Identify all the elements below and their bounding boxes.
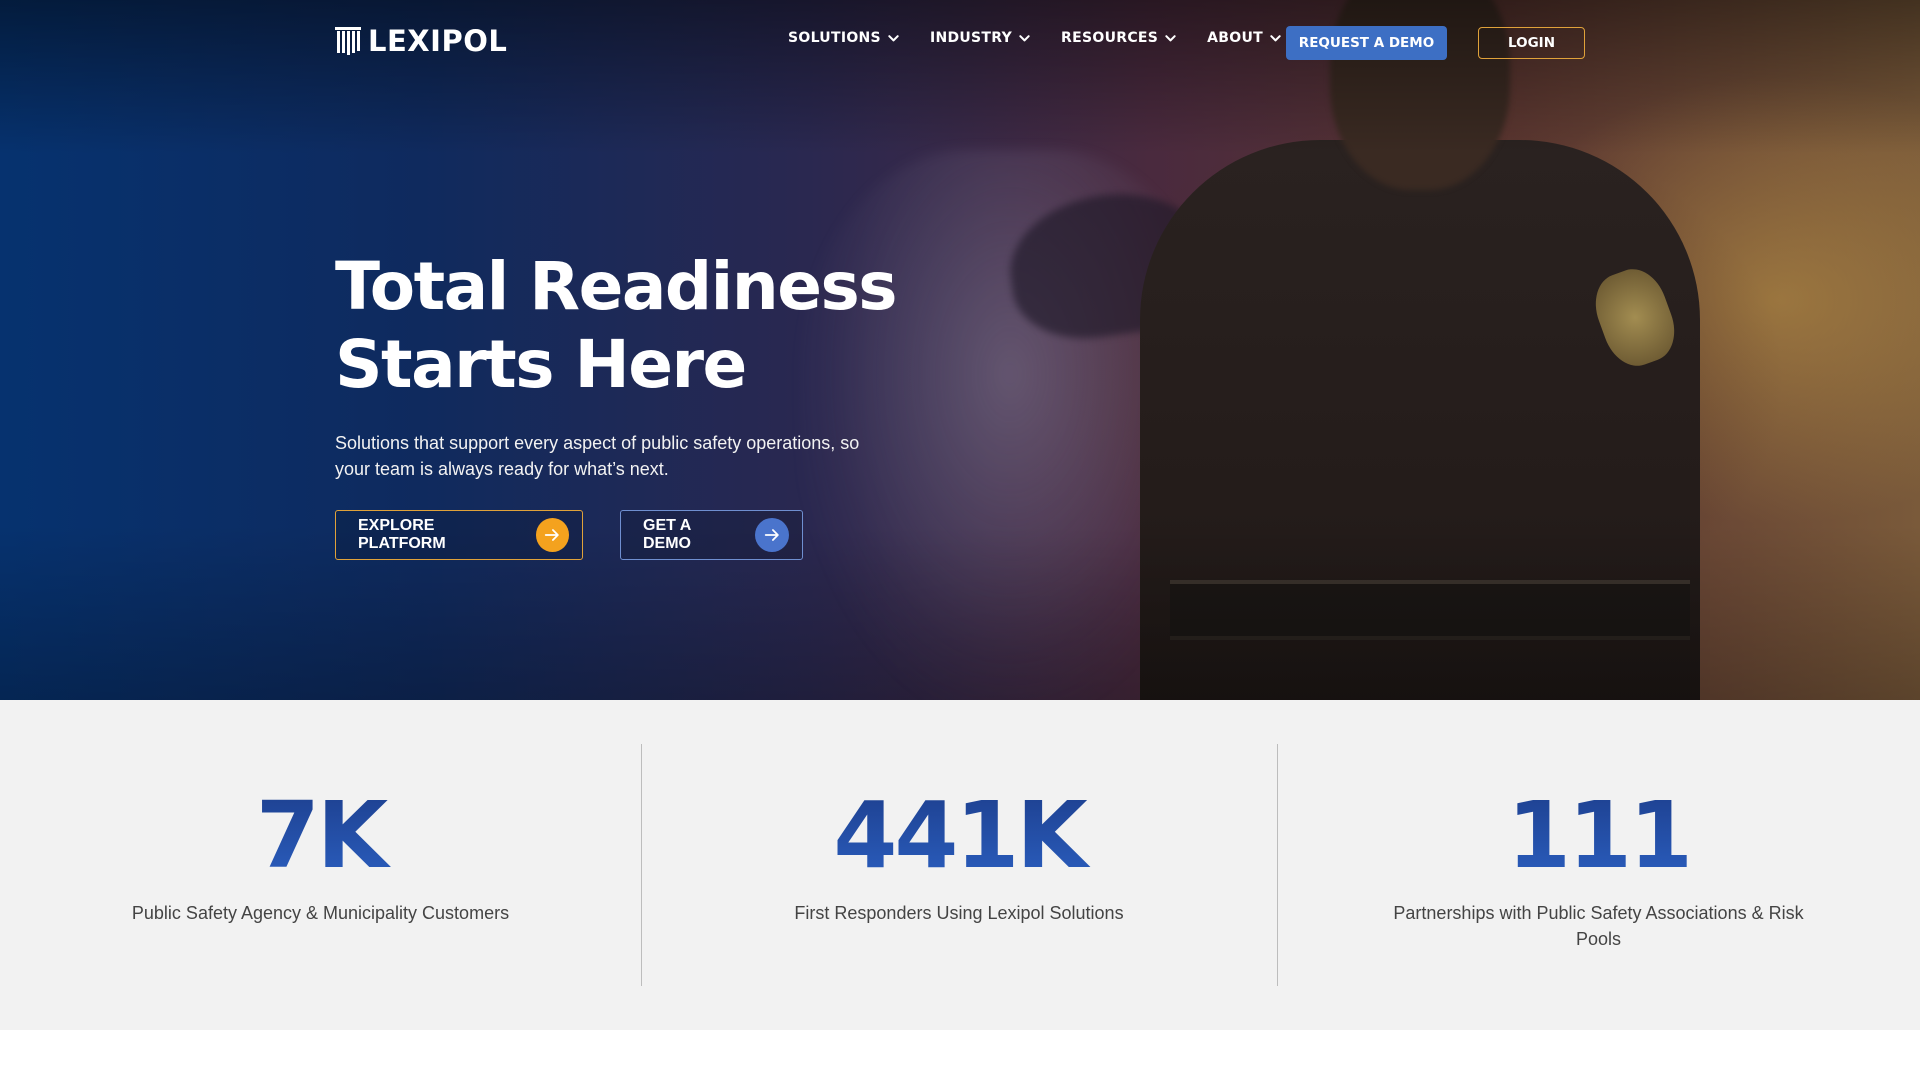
- explore-platform-label: EXPLORE PLATFORM: [358, 517, 446, 552]
- stat-first-responders: 441K First Responders Using Lexipol Solu…: [641, 700, 1277, 1030]
- nav-item-solutions[interactable]: SOLUTIONS: [788, 30, 900, 46]
- login-button[interactable]: LOGIN: [1478, 27, 1585, 59]
- hero-subtext: Solutions that support every aspect of p…: [335, 433, 860, 479]
- nav-item-industry[interactable]: INDUSTRY: [930, 30, 1031, 46]
- stats-section: 7K Public Safety Agency & Municipality C…: [0, 700, 1920, 1030]
- explore-platform-button[interactable]: EXPLORE PLATFORM: [335, 510, 583, 560]
- pillar-logo-icon: [335, 27, 361, 55]
- top-navigation: LEXIPOL SOLUTIONS INDUSTRY RESOURCES ABO…: [0, 0, 1920, 90]
- nav-item-about[interactable]: ABOUT: [1207, 30, 1282, 46]
- arrow-right-icon: [535, 518, 569, 552]
- nav-item-label: INDUSTRY: [929, 30, 1013, 46]
- chevron-down-icon: [888, 34, 899, 41]
- hero-content: Total Readiness Starts Here Solutions th…: [335, 248, 955, 560]
- stat-label: First Responders Using Lexipol Solutions: [794, 903, 1124, 923]
- nav-item-label: SOLUTIONS: [788, 30, 881, 46]
- nav-item-label: RESOURCES: [1061, 30, 1159, 46]
- stat-partnerships: 111 Partnerships with Public Safety Asso…: [1277, 700, 1920, 1030]
- hero-headline-line1: Total Readiness: [335, 248, 898, 325]
- hero-background-duty-belt: [1170, 580, 1690, 640]
- main-menu: SOLUTIONS INDUSTRY RESOURCES ABOUT: [788, 30, 1282, 46]
- request-demo-button[interactable]: REQUEST A DEMO: [1286, 26, 1447, 60]
- stat-value: 7K: [0, 786, 641, 886]
- hero-cta-row: EXPLORE PLATFORM GET A DEMO: [335, 510, 955, 560]
- chevron-down-icon: [1270, 34, 1281, 41]
- nav-item-resources[interactable]: RESOURCES: [1061, 30, 1177, 46]
- chevron-down-icon: [1165, 34, 1176, 41]
- get-a-demo-button[interactable]: GET A DEMO: [620, 510, 803, 560]
- hero-headline: Total Readiness Starts Here: [335, 248, 955, 404]
- hero-section: Total Readiness Starts Here Solutions th…: [0, 0, 1920, 700]
- nav-item-label: ABOUT: [1207, 30, 1263, 46]
- arrow-right-icon: [755, 518, 789, 552]
- stat-customers: 7K Public Safety Agency & Municipality C…: [0, 700, 641, 1030]
- stat-label: Public Safety Agency & Municipality Cust…: [131, 903, 510, 923]
- hero-headline-line2: Starts Here: [335, 326, 747, 403]
- stat-value: 441K: [641, 786, 1277, 886]
- stat-value: 111: [1277, 786, 1920, 886]
- chevron-down-icon: [1019, 34, 1030, 41]
- brand-logo[interactable]: LEXIPOL: [334, 24, 507, 58]
- brand-name: LEXIPOL: [368, 24, 508, 58]
- stat-label: Partnerships with Public Safety Associat…: [1393, 903, 1804, 949]
- get-a-demo-label: GET A DEMO: [643, 517, 691, 552]
